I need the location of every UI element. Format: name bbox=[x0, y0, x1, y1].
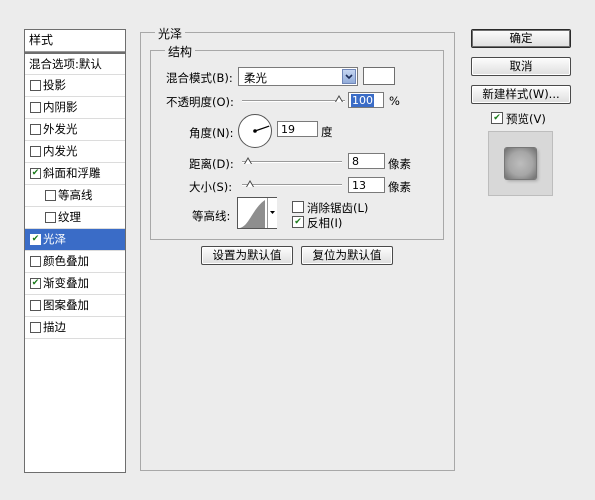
cancel-button[interactable]: 取消 bbox=[471, 57, 571, 76]
anti-alias-checkbox[interactable] bbox=[292, 201, 304, 213]
angle-label: 角度(N): bbox=[189, 126, 234, 140]
opacity-input[interactable]: 100 bbox=[348, 92, 384, 108]
satin-group-title: 光泽 bbox=[155, 25, 186, 42]
angle-input[interactable]: 19 bbox=[277, 121, 318, 137]
style-item-label: 等高线 bbox=[58, 188, 93, 202]
contour-curve-icon bbox=[240, 200, 265, 228]
distance-unit: 像素 bbox=[388, 157, 411, 171]
style-preview-thumbnail bbox=[488, 131, 553, 196]
contour-picker[interactable] bbox=[237, 197, 277, 229]
opacity-slider-thumb[interactable] bbox=[335, 95, 343, 102]
style-item-checkbox[interactable] bbox=[30, 146, 41, 157]
styles-header: 样式 bbox=[25, 30, 125, 52]
style-item-label: 光泽 bbox=[43, 232, 66, 246]
chevron-down-icon[interactable] bbox=[342, 69, 356, 84]
blend-mode-select[interactable]: 柔光 bbox=[238, 67, 358, 86]
angle-dial[interactable] bbox=[237, 113, 273, 149]
style-item-label: 内发光 bbox=[43, 144, 78, 158]
size-slider-thumb[interactable] bbox=[246, 180, 254, 187]
style-item[interactable]: 外发光 bbox=[25, 119, 125, 141]
style-item-checkbox[interactable]: ✔ bbox=[30, 278, 41, 289]
style-item[interactable]: ✔ 渐变叠加 bbox=[25, 273, 125, 295]
style-item[interactable]: ✔ 斜面和浮雕 bbox=[25, 163, 125, 185]
distance-slider-track[interactable] bbox=[242, 161, 342, 163]
styles-list-panel: 样式 混合选项:默认 投影 内阴影 外发光 内发光 ✔ 斜面和浮雕 等高线 纹理 ✔ 光泽 颜色叠加… bbox=[24, 29, 126, 473]
opacity-unit: % bbox=[389, 94, 400, 108]
style-item-checkbox[interactable] bbox=[30, 322, 41, 333]
style-item[interactable]: 内发光 bbox=[25, 141, 125, 163]
style-item-checkbox[interactable] bbox=[45, 212, 56, 223]
style-item[interactable]: 图案叠加 bbox=[25, 295, 125, 317]
anti-alias-label: 消除锯齿(L) bbox=[307, 201, 369, 215]
distance-slider-thumb[interactable] bbox=[244, 157, 252, 164]
style-item-checkbox[interactable] bbox=[30, 124, 41, 135]
style-item-checkbox[interactable] bbox=[30, 80, 41, 91]
make-default-button[interactable]: 设置为默认值 bbox=[201, 246, 293, 265]
contour-dropdown-arrow-icon[interactable] bbox=[267, 198, 277, 228]
style-item-checkbox[interactable] bbox=[30, 102, 41, 113]
style-item-label: 颜色叠加 bbox=[43, 254, 89, 268]
invert-label: 反相(I) bbox=[307, 216, 343, 230]
preview-label: 预览(V) bbox=[506, 112, 546, 126]
size-input[interactable]: 13 bbox=[348, 177, 385, 193]
ok-button[interactable]: 确定 bbox=[471, 29, 571, 48]
style-item-label: 投影 bbox=[43, 78, 66, 92]
style-item-label: 外发光 bbox=[43, 122, 78, 136]
invert-checkbox[interactable]: ✔ bbox=[292, 216, 304, 228]
style-item-label: 内阴影 bbox=[43, 100, 78, 114]
blend-mode-label: 混合模式(B): bbox=[166, 71, 233, 85]
angle-unit: 度 bbox=[321, 125, 333, 139]
style-item-checkbox[interactable] bbox=[30, 300, 41, 311]
style-item-checkbox[interactable] bbox=[30, 256, 41, 267]
opacity-label: 不透明度(O): bbox=[166, 95, 234, 109]
style-item-checkbox[interactable] bbox=[45, 190, 56, 201]
reset-default-button[interactable]: 复位为默认值 bbox=[301, 246, 393, 265]
style-item-checkbox[interactable]: ✔ bbox=[30, 168, 41, 179]
new-style-button[interactable]: 新建样式(W)... bbox=[471, 85, 571, 104]
style-item-checkbox[interactable]: ✔ bbox=[30, 234, 41, 245]
blend-options-label: 混合选项:默认 bbox=[29, 57, 102, 71]
style-item-label: 图案叠加 bbox=[43, 298, 89, 312]
preview-swatch bbox=[505, 148, 536, 179]
size-unit: 像素 bbox=[388, 180, 411, 194]
style-item-label: 渐变叠加 bbox=[43, 276, 89, 290]
size-label: 大小(S): bbox=[189, 180, 233, 194]
preview-checkbox[interactable]: ✔ bbox=[491, 112, 503, 124]
blend-options-item[interactable]: 混合选项:默认 bbox=[25, 52, 125, 75]
distance-input[interactable]: 8 bbox=[348, 153, 385, 169]
structure-group-title: 结构 bbox=[165, 43, 196, 60]
style-item[interactable]: 描边 bbox=[25, 317, 125, 339]
blend-mode-value: 柔光 bbox=[244, 71, 267, 85]
contour-label: 等高线: bbox=[192, 209, 231, 223]
style-item[interactable]: 颜色叠加 bbox=[25, 251, 125, 273]
style-item[interactable]: ✔ 光泽 bbox=[25, 229, 125, 251]
style-item[interactable]: 纹理 bbox=[25, 207, 125, 229]
opacity-slider-track[interactable] bbox=[242, 100, 345, 102]
satin-color-swatch[interactable] bbox=[363, 67, 395, 85]
style-item-label: 纹理 bbox=[58, 210, 81, 224]
style-item[interactable]: 内阴影 bbox=[25, 97, 125, 119]
style-item[interactable]: 投影 bbox=[25, 75, 125, 97]
size-slider-track[interactable] bbox=[242, 184, 342, 186]
style-item-label: 斜面和浮雕 bbox=[43, 166, 101, 180]
distance-label: 距离(D): bbox=[189, 157, 234, 171]
style-item-label: 描边 bbox=[43, 320, 66, 334]
style-item[interactable]: 等高线 bbox=[25, 185, 125, 207]
opacity-value: 100 bbox=[351, 94, 374, 107]
